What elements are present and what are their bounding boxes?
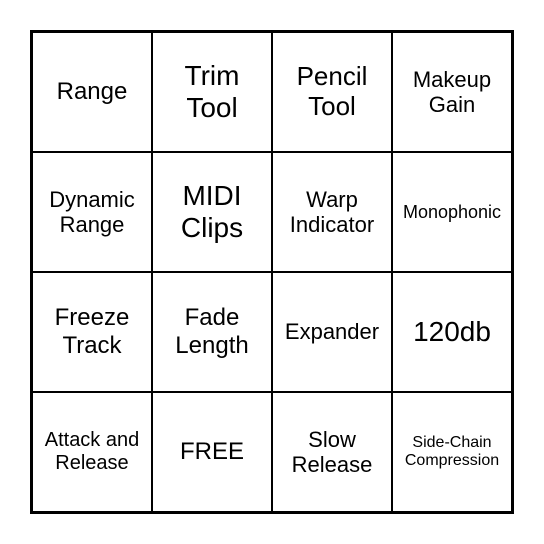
bingo-cell[interactable]: Pencil Tool	[272, 32, 392, 152]
bingo-cell[interactable]: Range	[32, 32, 152, 152]
bingo-cell-free[interactable]: FREE	[152, 392, 272, 512]
bingo-cell[interactable]: Fade Length	[152, 272, 272, 392]
bingo-cell[interactable]: Warp Indicator	[272, 152, 392, 272]
bingo-cell[interactable]: Attack and Release	[32, 392, 152, 512]
bingo-cell[interactable]: MIDI Clips	[152, 152, 272, 272]
bingo-cell[interactable]: Freeze Track	[32, 272, 152, 392]
bingo-cell[interactable]: Expander	[272, 272, 392, 392]
bingo-cell[interactable]: Side-Chain Compression	[392, 392, 512, 512]
bingo-grid: Range Trim Tool Pencil Tool Makeup Gain …	[30, 30, 514, 514]
bingo-cell[interactable]: Trim Tool	[152, 32, 272, 152]
bingo-cell[interactable]: Monophonic	[392, 152, 512, 272]
bingo-cell[interactable]: Makeup Gain	[392, 32, 512, 152]
bingo-cell[interactable]: 120db	[392, 272, 512, 392]
bingo-cell[interactable]: Dynamic Range	[32, 152, 152, 272]
bingo-cell[interactable]: Slow Release	[272, 392, 392, 512]
